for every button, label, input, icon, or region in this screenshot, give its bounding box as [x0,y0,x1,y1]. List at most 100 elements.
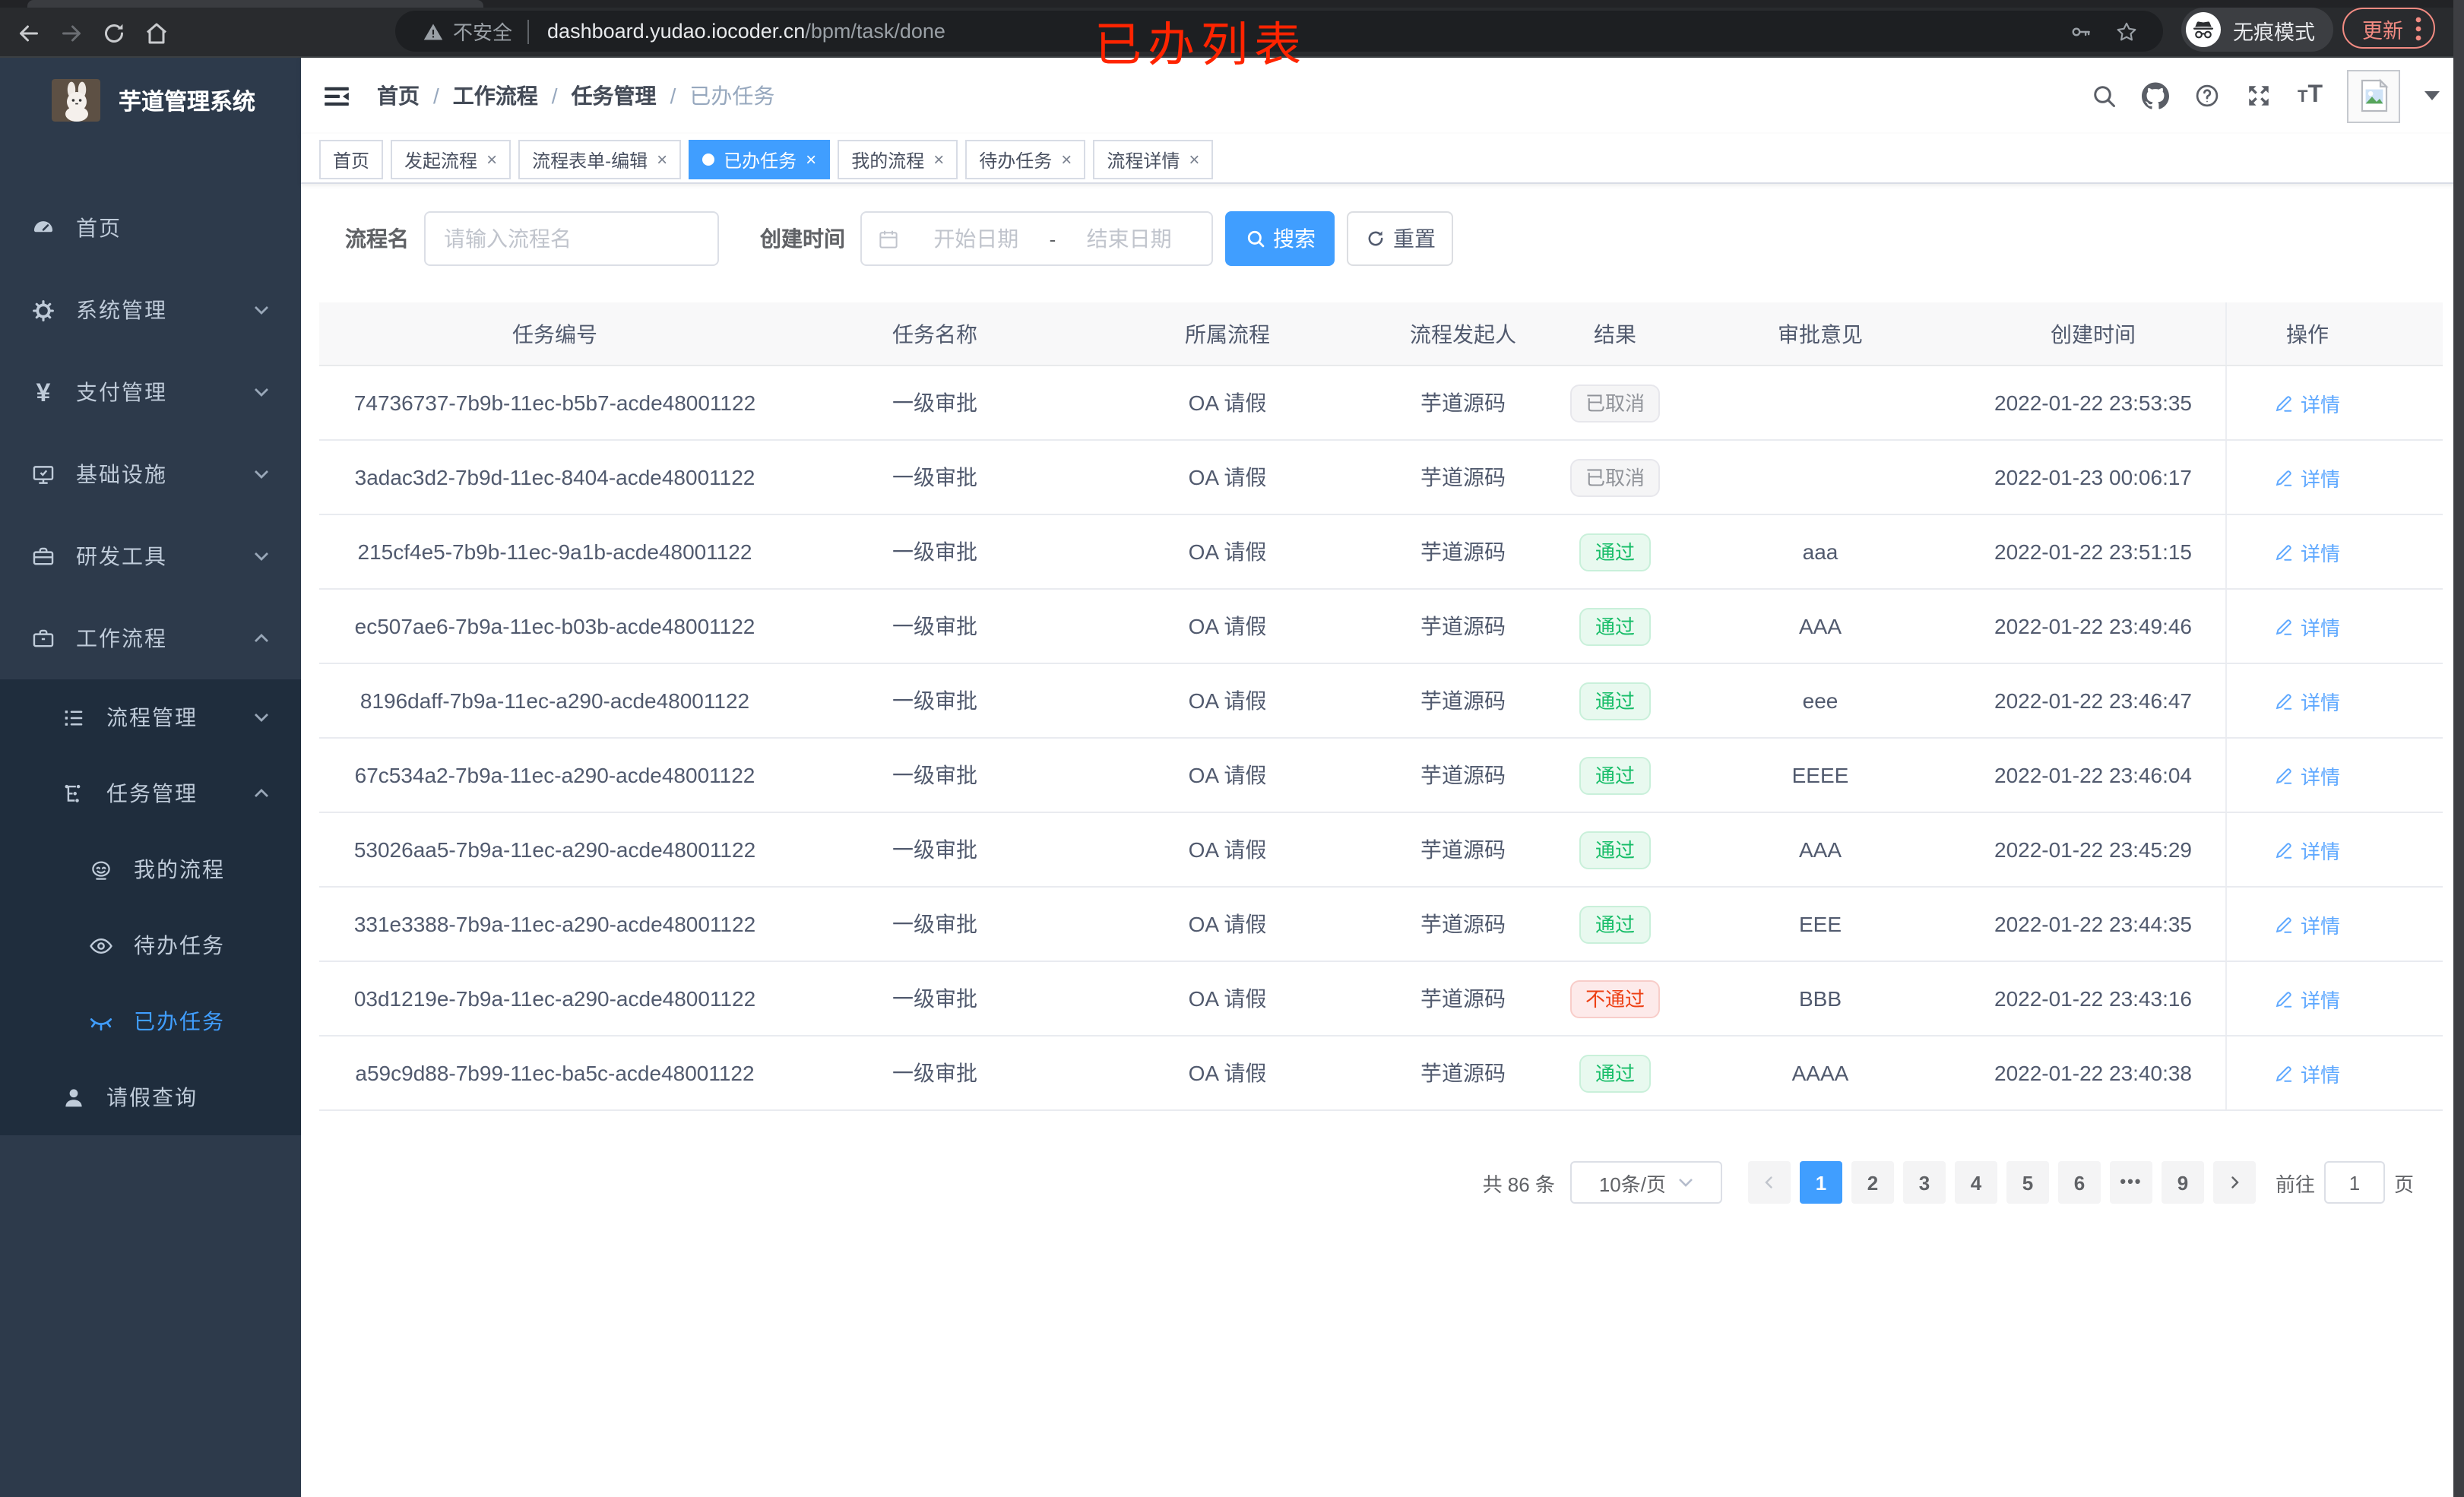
help-icon[interactable] [2194,82,2222,109]
tab-3[interactable]: 已办任务 × [689,140,831,179]
sidebar-logo[interactable]: 芋道管理系统 [0,58,301,143]
avatar[interactable] [2347,69,2400,122]
breadcrumb-item-1[interactable]: 工作流程 [453,81,538,111]
avatar-caret-down-icon[interactable] [2424,91,2440,100]
sidebar-item-9[interactable]: 待办任务 [0,907,301,983]
sidebar-item-11[interactable]: 请假查询 [0,1059,301,1135]
page-button-1[interactable]: 1 [1799,1161,1842,1204]
tab-close-icon[interactable]: × [806,150,816,169]
result-badge: 不通过 [1569,980,1660,1018]
tab-1[interactable]: 发起流程 × [391,140,511,179]
page-url[interactable]: dashboard.yudao.iocoder.cn/bpm/task/done [547,20,945,43]
page-button-3[interactable]: 3 [1902,1161,1946,1204]
page-button-2[interactable]: 2 [1851,1161,1894,1204]
sidebar-item-label: 系统管理 [76,298,167,322]
reload-icon[interactable] [100,19,128,46]
tab-4[interactable]: 我的流程 × [838,140,958,179]
date-range-picker[interactable]: 开始日期 - 结束日期 [860,211,1213,266]
goto-page-input[interactable]: 1 [2323,1161,2385,1204]
tab-close-icon[interactable]: × [486,150,497,169]
tab-5[interactable]: 待办任务 × [965,140,1086,179]
sidebar-item-10[interactable]: 已办任务 [0,983,301,1059]
tab-2[interactable]: 流程表单-编辑 × [518,140,682,179]
github-icon[interactable] [2142,82,2170,109]
detail-link[interactable]: 详情 [2275,910,2340,938]
cell-starter: 芋道源码 [1420,837,1506,862]
detail-link[interactable]: 详情 [2275,612,2340,641]
column-header-0: 任务编号 [512,321,597,346]
cell-created: 2022-01-22 23:44:35 [1994,912,2192,936]
cell-process: OA 请假 [1188,986,1267,1011]
search-button[interactable]: 搜索 [1225,211,1335,266]
app-title: 芋道管理系统 [119,89,256,115]
cell-task-name: 一级审批 [892,391,977,415]
process-name-input[interactable]: 请输入流程名 [424,211,719,266]
tab-close-icon[interactable]: × [1189,150,1199,169]
detail-link[interactable]: 详情 [2275,984,2340,1013]
breadcrumb-item-0[interactable]: 首页 [377,81,420,111]
sidebar-item-3[interactable]: 基础设施 [0,433,301,515]
forward-icon[interactable] [58,19,85,46]
result-badge: 通过 [1579,682,1650,720]
cell-starter: 芋道源码 [1420,763,1506,787]
sidebar-item-label: 任务管理 [106,781,198,805]
detail-link[interactable]: 详情 [2275,388,2340,417]
back-icon[interactable] [15,19,43,46]
breadcrumb-item-2[interactable]: 任务管理 [572,81,657,111]
browser-active-tab[interactable] [27,0,483,8]
detail-link[interactable]: 详情 [2275,1059,2340,1087]
key-icon[interactable] [2069,19,2093,43]
cell-created: 2022-01-22 23:46:47 [1994,688,2192,713]
tab-close-icon[interactable]: × [933,150,944,169]
cell-comment: EEE [1798,912,1842,936]
update-menu-button[interactable]: 更新 [2342,8,2435,49]
next-page-button[interactable] [2212,1161,2256,1204]
page-button-5[interactable]: 5 [2006,1161,2049,1204]
detail-link[interactable]: 详情 [2275,761,2340,790]
bookmark-star-icon[interactable] [2114,19,2139,43]
detail-link[interactable]: 详情 [2275,537,2340,566]
search-icon[interactable] [2091,82,2118,109]
sidebar-item-label: 已办任务 [134,1009,225,1033]
sidebar-item-6[interactable]: 流程管理 [0,679,301,755]
browser-scrollbar[interactable] [2453,0,2464,1497]
page-size-select[interactable]: 10条/页 [1569,1161,1722,1204]
fullscreen-icon[interactable] [2246,82,2273,109]
tags-view: 首页 发起流程 × 流程表单-编辑 × 已办任务 × 我的流程 × 待办任务 × 流程详情 × [301,134,2464,184]
security-label[interactable]: 不安全 [453,17,512,46]
detail-link[interactable]: 详情 [2275,835,2340,864]
sidebar-fold-icon[interactable] [322,82,351,111]
end-date-placeholder[interactable]: 结束日期 [1059,223,1199,254]
cell-task-id: 74736737-7b9b-11ec-b5b7-acde48001122 [353,391,756,415]
tab-6[interactable]: 流程详情 × [1093,140,1214,179]
page-button-6[interactable]: 6 [2057,1161,2101,1204]
sidebar-item-2[interactable]: ¥ 支付管理 [0,351,301,433]
font-size-icon[interactable]: TT [2298,83,2323,108]
result-badge: 已取消 [1569,458,1660,496]
sidebar-item-4[interactable]: 研发工具 [0,515,301,597]
gear-icon [30,297,56,323]
reset-button[interactable]: 重置 [1347,211,1453,266]
cell-result: 通过 [1550,533,1680,571]
tab-close-icon[interactable]: × [657,150,667,169]
detail-link[interactable]: 详情 [2275,686,2340,715]
start-date-placeholder[interactable]: 开始日期 [906,223,1047,254]
page-button-9[interactable]: 9 [2161,1161,2204,1204]
sidebar-item-8[interactable]: 我的流程 [0,831,301,907]
done-task-table: 任务编号 任务名称 所属流程 流程发起人 结果 审批意见 创建时间 操作 74736737-7… [319,302,2443,1111]
tab-close-icon[interactable]: × [1061,150,1072,169]
sidebar-item-7[interactable]: 任务管理 [0,755,301,831]
sidebar-item-0[interactable]: 首页 [0,187,301,269]
pagination-more-button[interactable]: ••• [2109,1161,2152,1204]
cell-task-name: 一级审批 [892,540,977,564]
prev-page-button[interactable] [1747,1161,1791,1204]
pagination: 共 86 条 10条/页 1 2 3 4 5 6 ••• 9 前往 1 页 [1483,1158,2414,1207]
sidebar-item-1[interactable]: 系统管理 [0,269,301,351]
column-header-4: 结果 [1594,321,1636,346]
sidebar-item-5[interactable]: 工作流程 [0,597,301,679]
detail-link[interactable]: 详情 [2275,463,2340,492]
page-button-4[interactable]: 4 [1954,1161,1997,1204]
tab-0[interactable]: 首页 [319,140,384,179]
home-icon[interactable] [143,19,170,46]
sidebar-item-label: 首页 [76,216,122,240]
